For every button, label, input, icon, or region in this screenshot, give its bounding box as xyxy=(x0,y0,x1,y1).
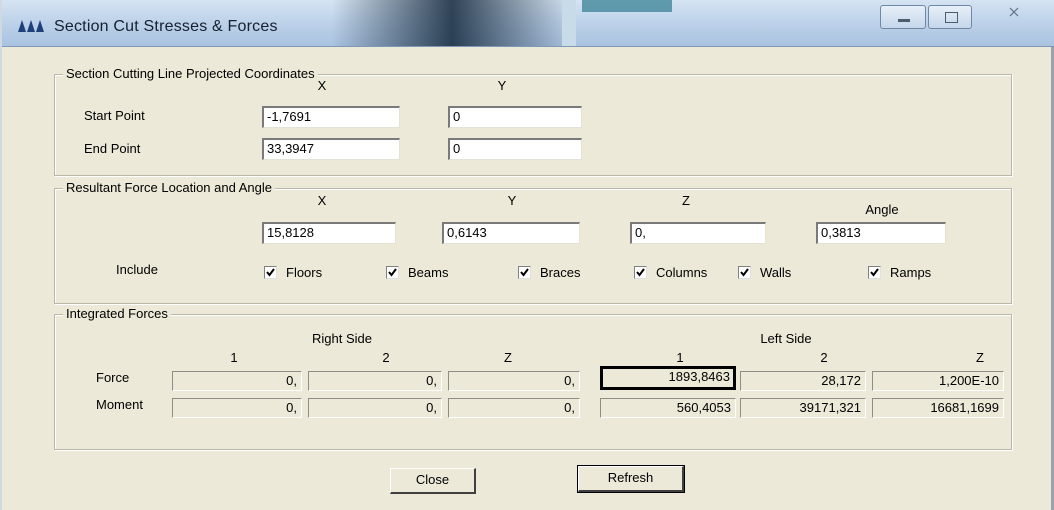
columns-checkbox[interactable]: Columns xyxy=(634,264,730,282)
checkmark-icon xyxy=(740,268,749,277)
braces-checkbox-label: Braces xyxy=(540,265,581,280)
ramps-checkbox[interactable]: Ramps xyxy=(868,264,958,282)
force-left-z-value: 1,200E-10 xyxy=(872,371,1004,391)
beams-checkbox[interactable]: Beams xyxy=(386,264,478,282)
left-col-2-header: 2 xyxy=(820,350,828,365)
resultant-y-input[interactable]: 0,6143 xyxy=(442,222,580,244)
window-title: Section Cut Stresses & Forces xyxy=(54,18,278,35)
coords-y-header: Y xyxy=(497,78,507,93)
left-col-z-header: Z xyxy=(976,350,984,365)
checkmark-icon xyxy=(266,268,275,277)
walls-checkbox-label: Walls xyxy=(760,265,792,280)
force-left-2-value: 28,172 xyxy=(740,371,866,391)
right-col-1-header: 1 xyxy=(230,350,238,365)
force-left-1-value-highlighted: 1893,8463 xyxy=(600,366,736,390)
force-right-z-value: 0, xyxy=(448,371,580,391)
columns-checkbox-label: Columns xyxy=(656,265,708,280)
braces-checkbox[interactable]: Braces xyxy=(518,264,610,282)
section-cut-dialog: Section Cut Stresses & Forces Section Cu… xyxy=(0,0,1054,510)
title-bar: Section Cut Stresses & Forces xyxy=(2,0,1054,47)
moment-right-2-value: 0, xyxy=(308,398,442,418)
moment-left-2-value: 39171,321 xyxy=(740,398,866,418)
end-x-input[interactable]: 33,3947 xyxy=(262,138,400,160)
floors-check-box xyxy=(264,266,277,279)
checkmark-icon xyxy=(870,268,879,277)
force-right-2-value: 0, xyxy=(308,371,442,391)
resultant-group-legend: Resultant Force Location and Angle xyxy=(63,180,275,195)
maximize-button[interactable] xyxy=(928,5,972,29)
beams-checkbox-label: Beams xyxy=(408,265,449,280)
include-label: Include xyxy=(116,262,158,277)
close-icon xyxy=(1009,7,1019,17)
coords-x-header: X xyxy=(317,78,327,93)
title-bar-backdrop xyxy=(332,0,572,46)
checkmark-icon xyxy=(520,268,529,277)
resultant-y-header: Y xyxy=(507,193,517,208)
minimize-button[interactable] xyxy=(880,5,926,29)
resultant-angle-header: Angle xyxy=(865,202,899,217)
resultant-x-header: X xyxy=(317,193,327,208)
force-right-1-value: 0, xyxy=(172,371,302,391)
checkmark-icon xyxy=(388,268,397,277)
walls-check-box xyxy=(738,266,751,279)
start-x-input[interactable]: -1,7691 xyxy=(262,106,400,128)
moment-left-z-value: 16681,1699 xyxy=(872,398,1004,418)
resultant-z-header: Z xyxy=(682,193,690,208)
close-window-button[interactable] xyxy=(974,5,1034,29)
right-col-2-header: 2 xyxy=(382,350,390,365)
right-col-z-header: Z xyxy=(504,350,512,365)
resultant-x-input[interactable]: 15,8128 xyxy=(262,222,396,244)
walls-checkbox[interactable]: Walls xyxy=(738,264,818,282)
columns-check-box xyxy=(634,266,647,279)
title-bar-backdrop-light xyxy=(562,0,576,46)
left-side-header: Left Side xyxy=(760,331,812,346)
resultant-z-input[interactable]: 0, xyxy=(630,222,766,244)
ramps-checkbox-label: Ramps xyxy=(890,265,932,280)
moment-row-label: Moment xyxy=(96,397,143,412)
coordinates-group-legend: Section Cutting Line Projected Coordinat… xyxy=(63,66,318,81)
start-point-label: Start Point xyxy=(84,108,145,123)
resultant-angle-input[interactable]: 0,3813 xyxy=(816,222,946,244)
braces-check-box xyxy=(518,266,531,279)
end-y-input[interactable]: 0 xyxy=(448,138,582,160)
app-logo-icon xyxy=(18,20,44,32)
left-col-1-header: 1 xyxy=(676,350,684,365)
integrated-forces-legend: Integrated Forces xyxy=(63,306,171,321)
right-side-header: Right Side xyxy=(312,331,372,346)
title-bar-backdrop-accent xyxy=(582,0,672,12)
checkmark-icon xyxy=(636,268,645,277)
maximize-icon xyxy=(945,12,958,23)
beams-check-box xyxy=(386,266,399,279)
force-row-label: Force xyxy=(96,370,130,385)
floors-checkbox-label: Floors xyxy=(286,265,323,280)
moment-right-1-value: 0, xyxy=(172,398,302,418)
floors-checkbox[interactable]: Floors xyxy=(264,264,356,282)
ramps-check-box xyxy=(868,266,881,279)
minimize-icon xyxy=(898,19,910,22)
end-point-label: End Point xyxy=(84,141,141,156)
moment-right-z-value: 0, xyxy=(448,398,580,418)
close-button[interactable]: Close xyxy=(390,468,476,494)
refresh-button[interactable]: Refresh xyxy=(577,465,685,493)
start-y-input[interactable]: 0 xyxy=(448,106,582,128)
moment-left-1-value: 560,4053 xyxy=(600,398,736,418)
